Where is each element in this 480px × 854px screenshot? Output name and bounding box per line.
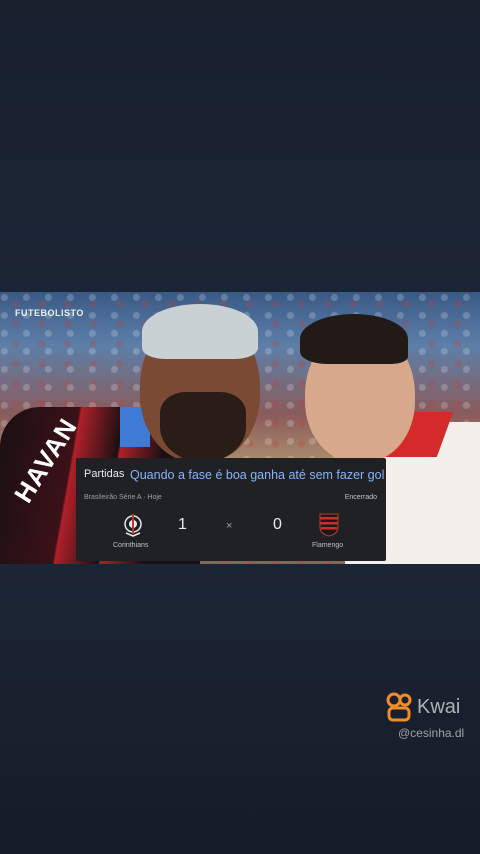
flamengo-crest-icon — [319, 513, 339, 537]
match-status: Encerrado — [344, 494, 377, 501]
corinthians-crest-icon — [124, 514, 142, 537]
kwai-brand: Kwai — [417, 696, 461, 718]
match-result-card[interactable]: Partidas Quando a fase é boa ganha até s… — [76, 458, 386, 561]
away-score: 0 — [273, 516, 282, 533]
right-player-hair — [300, 314, 408, 364]
card-tab-label[interactable]: Partidas — [84, 468, 124, 480]
home-score: 1 — [178, 516, 187, 533]
away-team-name[interactable]: Flamengo — [312, 542, 343, 549]
left-player-beard — [160, 392, 246, 462]
league-label: Brasileirão Série A · Hoje — [84, 494, 162, 501]
left-player-hair — [142, 304, 258, 359]
kwai-logo-icon — [386, 692, 412, 722]
search-query-text: Quando a fase é boa ganha até sem fazer … — [130, 468, 385, 482]
channel-watermark: FUTEBOLISTO — [15, 308, 84, 318]
creator-handle[interactable]: @cesinha.dl — [398, 726, 464, 740]
home-team-name[interactable]: Corinthians — [113, 542, 148, 549]
top-letterbox — [0, 0, 480, 292]
score-separator: × — [226, 520, 233, 532]
